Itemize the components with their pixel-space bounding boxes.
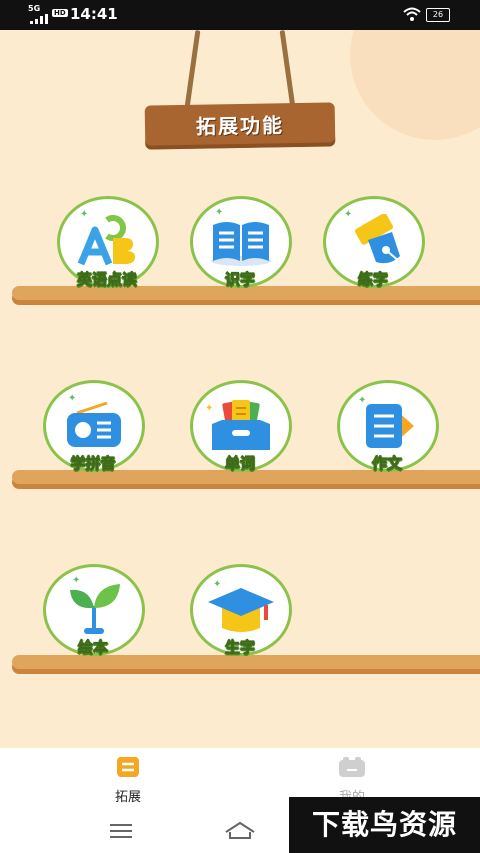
open-book-icon [211,222,271,266]
battery-indicator: 26 [426,8,450,22]
page-title: 拓展功能 [195,113,285,139]
sparkle-icon: ✦ [215,207,224,218]
network-type: 5G [28,4,41,13]
expand-tab-icon [117,757,139,777]
function-handwriting[interactable]: ✦ 练字 [318,196,428,306]
sparkle-icon: ✦ [344,209,353,220]
abc-letters-icon [77,215,135,266]
function-label: 生字 [224,638,256,657]
function-label: 练字 [357,270,389,289]
function-label: 英语点读 [76,270,138,289]
plant-icon [70,584,120,634]
sign-rope-right [279,30,296,108]
home-icon[interactable] [224,820,256,840]
function-literacy[interactable]: ✦ 识字 [185,196,295,306]
function-pinyin[interactable]: ✦ 学拼音 [38,380,148,490]
sparkle-icon: ✦ [213,579,222,590]
function-label: 作文 [371,454,403,473]
hd-badge: HD [52,9,68,17]
function-label: 单词 [224,454,256,473]
tab-expand-label: 拓展 [114,790,141,805]
clock: 14:41 [70,5,118,23]
function-composition[interactable]: ✦ 作文 [332,380,442,490]
sparkle-icon: ✦ [80,209,89,220]
sign-rope-left [184,30,201,108]
function-label: 识字 [224,270,256,289]
function-picture-book[interactable]: ✦ 绘本 [38,564,148,674]
pen-nib-icon [355,214,401,264]
wifi-icon [403,7,421,21]
graduation-cap-icon [208,588,274,632]
menu-icon[interactable] [109,823,133,839]
function-new-characters[interactable]: ✦ 生字 [185,564,295,674]
sparkle-icon: ✦ [68,393,77,404]
sparkle-icon: ✦ [205,403,214,414]
watermark: 下载鸟资源 [289,797,480,853]
status-bar: 5G HD 14:41 26 [0,0,480,30]
function-label: 学拼音 [70,454,116,473]
title-sign: 拓展功能 [144,102,336,150]
radio-icon [67,401,121,447]
sparkle-icon: ✦ [72,575,81,586]
sparkle-icon: ✦ [358,395,367,406]
expand-page: 拓展功能 ✦ 英语点读 ✦ 识字 ✦ 练字 ✦ 学拼音 ✦ 单词 ✦ 作文 ✦ … [0,30,480,748]
function-words[interactable]: ✦ 单词 [185,380,295,490]
tab-expand[interactable]: 拓展 [98,756,158,806]
signal-icon [30,14,48,24]
function-english-reading[interactable]: ✦ 英语点读 [52,196,162,306]
background-circle [350,30,480,140]
mine-tab-icon [339,757,365,777]
function-label: 绘本 [77,638,109,657]
card-box-icon [212,400,270,450]
document-icon [366,404,414,448]
